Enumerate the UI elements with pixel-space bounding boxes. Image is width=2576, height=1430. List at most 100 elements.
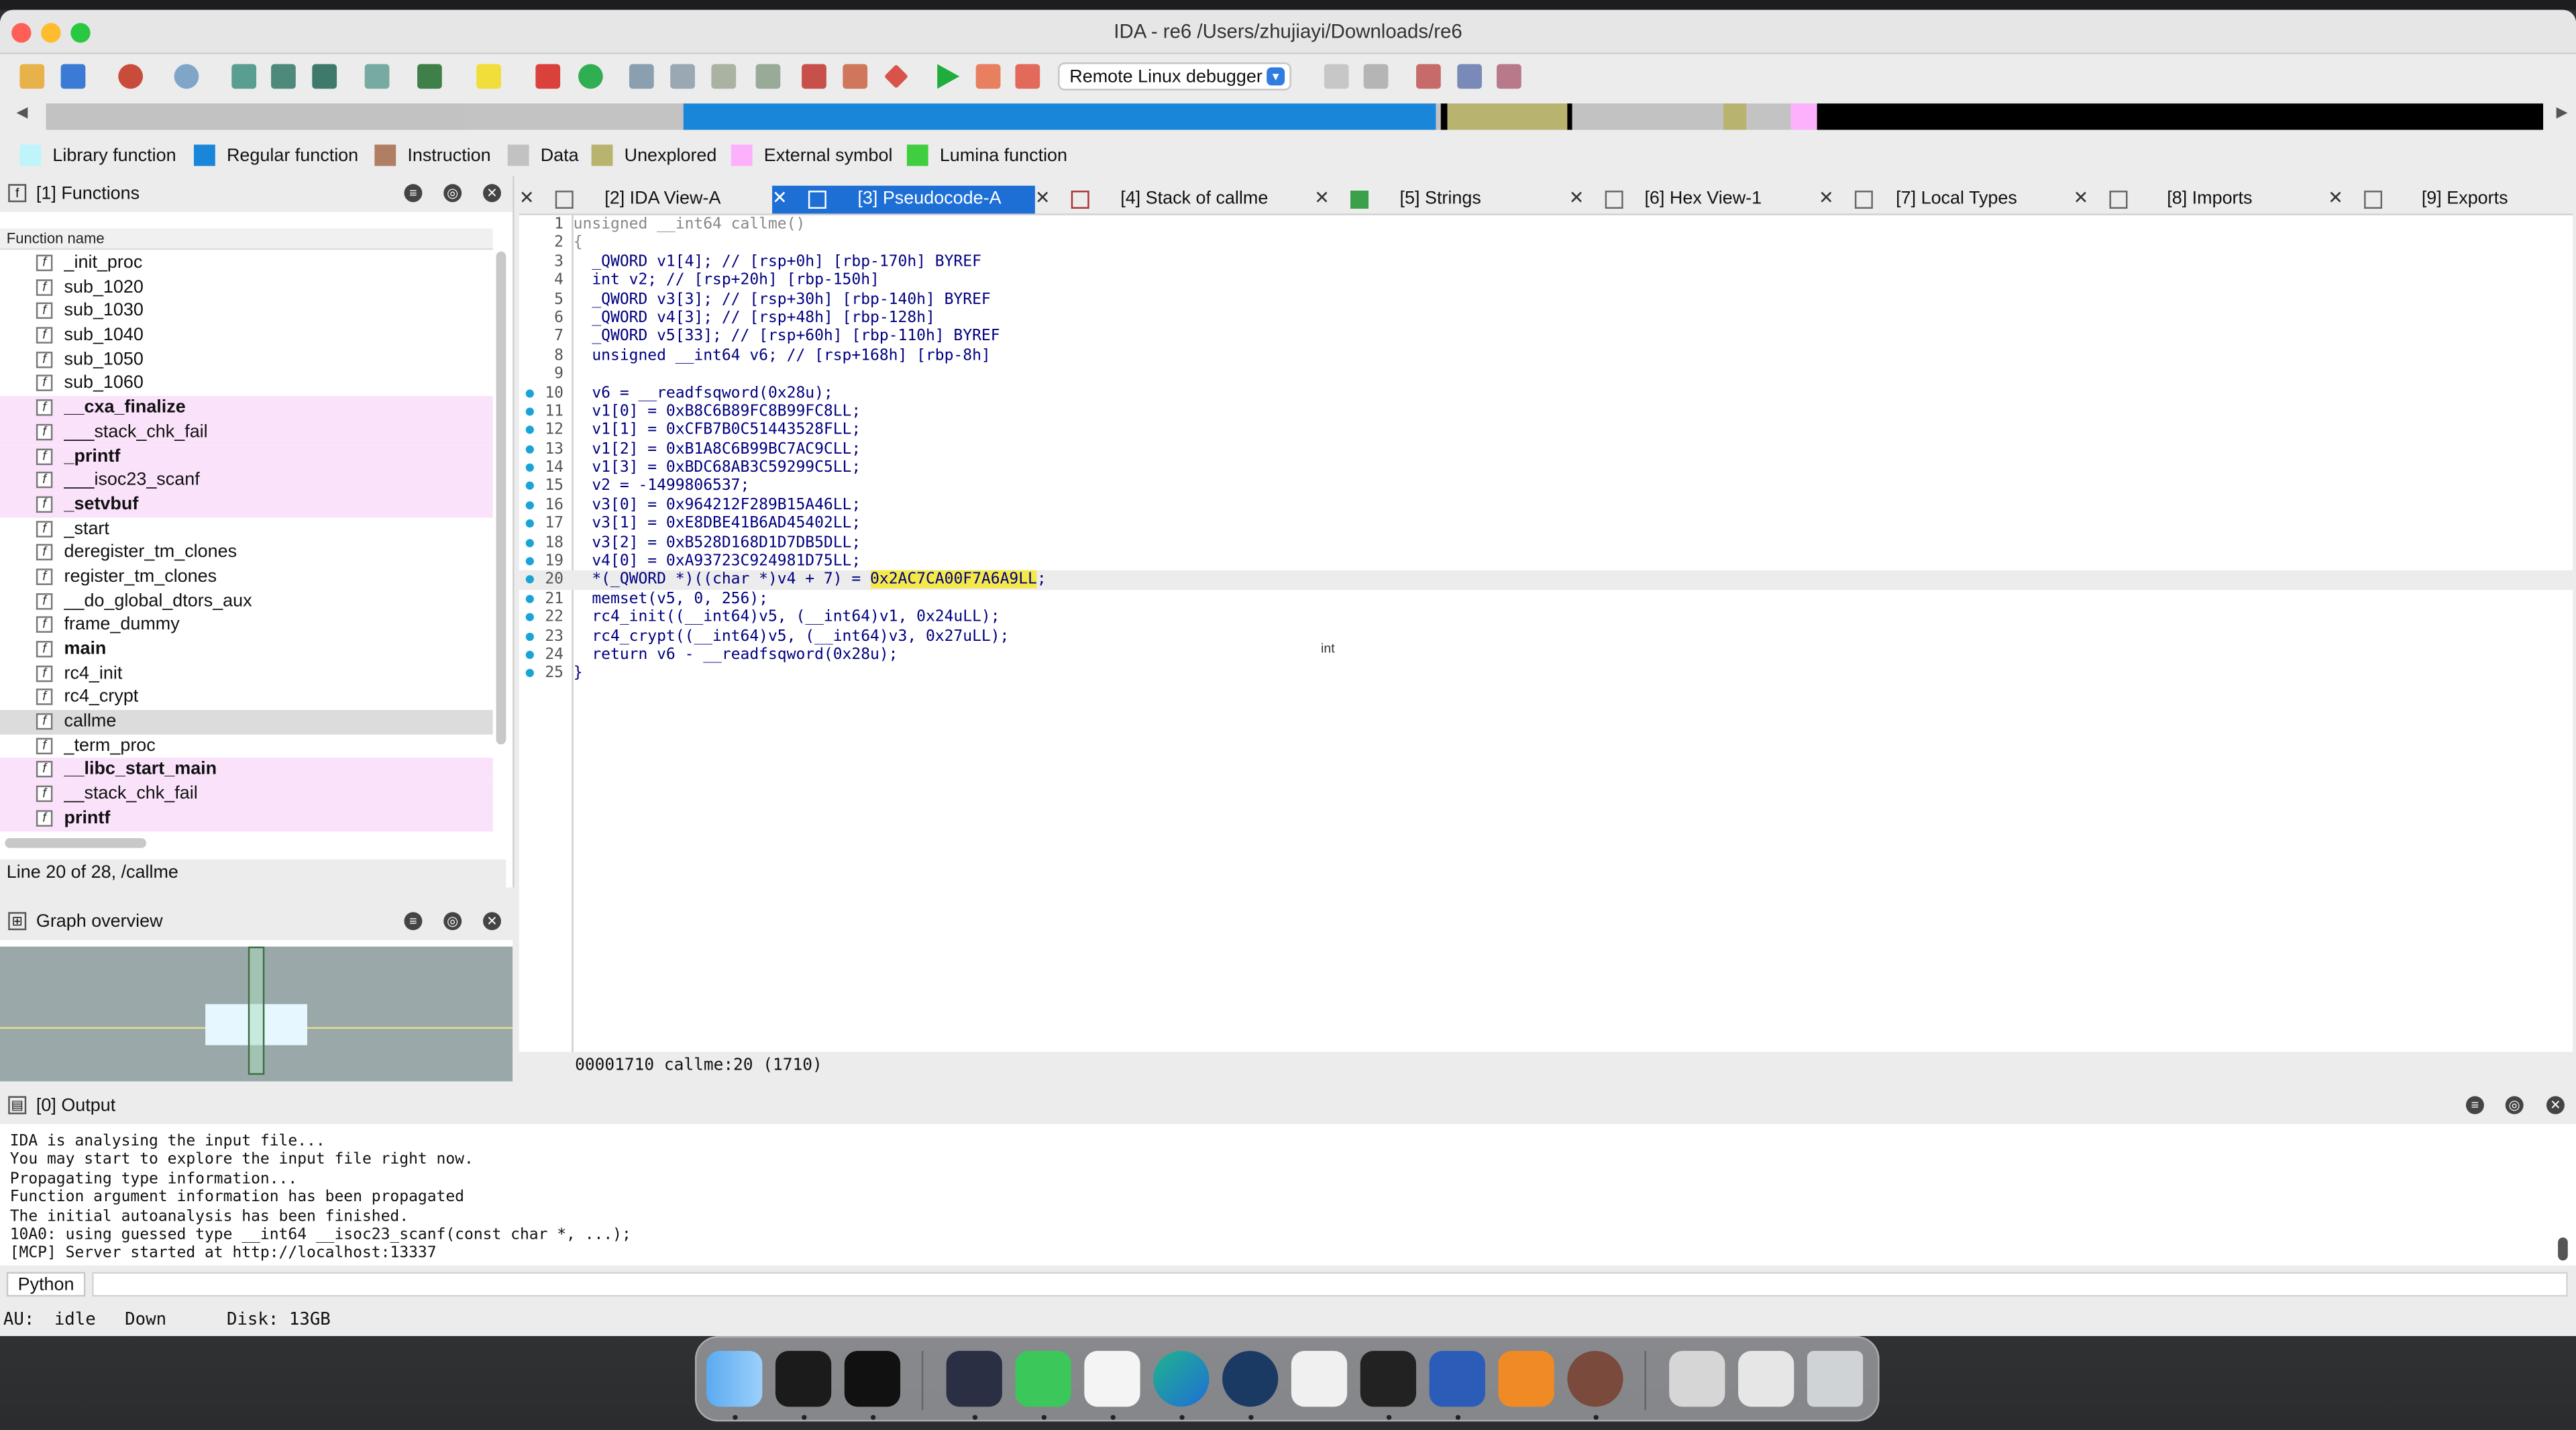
function-row[interactable]: f ___isoc23_scanf	[0, 468, 493, 493]
functions-vertical-scrollbar[interactable]	[496, 251, 506, 745]
trace-icon[interactable]	[1416, 64, 1441, 89]
stop-sign-icon[interactable]	[883, 64, 909, 89]
breakpoint-marker-icon[interactable]	[525, 482, 534, 491]
function-row[interactable]: f main	[0, 637, 493, 662]
hex-view-icon[interactable]	[231, 64, 257, 89]
preview-icon[interactable]	[1669, 1351, 1725, 1407]
code-line[interactable]: 7 _QWORD v5[33]; // [rsp+60h] [rbp-110h]…	[519, 327, 2573, 346]
code-line[interactable]: 12 v1[1] = 0xCFB7B0C51443528FLL;	[519, 421, 2573, 440]
finder-icon[interactable]	[706, 1351, 763, 1407]
panel-close-icon[interactable]: ✕	[2546, 1096, 2565, 1115]
code-line[interactable]: 10 v6 = __readfsqword(0x28u);	[519, 384, 2573, 403]
function-row[interactable]: f _term_proc	[0, 734, 493, 758]
function-row[interactable]: f sub_1060	[0, 372, 493, 397]
panel-menu-icon[interactable]: ≡	[2465, 1096, 2484, 1115]
panel-float-icon[interactable]: ◎	[443, 912, 462, 931]
code-text[interactable]: v3[1] = 0xE8DBE41B6AD45402LL;	[574, 515, 861, 533]
panel-menu-icon[interactable]: ≡	[404, 184, 423, 203]
tab-pseudocode[interactable]: ✕ [3] Pseudocode-A	[772, 185, 1035, 214]
trash-icon[interactable]	[1807, 1351, 1864, 1407]
yuque-icon[interactable]	[1498, 1351, 1554, 1407]
tab-close-icon[interactable]: ✕	[1569, 186, 1585, 214]
tab-close-icon[interactable]: ✕	[1035, 186, 1051, 214]
code-text[interactable]: v1[1] = 0xCFB7B0C51443528FLL;	[574, 421, 861, 440]
breakpoint-marker-icon[interactable]	[525, 613, 534, 622]
breakpoint-marker-icon[interactable]	[525, 631, 534, 641]
code-line[interactable]: 24 return v6 - __readfsqword(0x28u);	[519, 646, 2573, 664]
pause-icon[interactable]	[975, 64, 1001, 89]
panel-float-icon[interactable]: ◎	[2505, 1096, 2524, 1115]
tab-close-icon[interactable]: ✕	[1819, 186, 1834, 214]
code-line[interactable]: 25}	[519, 664, 2573, 683]
tab-close-icon[interactable]: ✕	[1314, 186, 1330, 214]
function-row[interactable]: f _printf	[0, 444, 493, 469]
undefine-icon[interactable]	[802, 64, 826, 89]
function-row[interactable]: f sub_1050	[0, 348, 493, 372]
breakpoint-icon[interactable]	[535, 64, 561, 89]
code-line[interactable]: 15 v2 = -1499806537;	[519, 477, 2573, 496]
enum-icon[interactable]	[755, 64, 781, 89]
wechat-icon[interactable]	[1015, 1351, 1071, 1407]
navigation-band[interactable]	[46, 103, 2544, 130]
function-row[interactable]: f __do_global_dtors_aux	[0, 589, 493, 613]
code-line[interactable]: 3 _QWORD v1[4]; // [rsp+0h] [rbp-170h] B…	[519, 253, 2573, 272]
function-row[interactable]: f printf	[0, 806, 493, 831]
function-row[interactable]: f deregister_tm_clones	[0, 541, 493, 565]
data-icon[interactable]	[670, 64, 695, 89]
start-debug-icon[interactable]	[937, 64, 960, 89]
attach-icon[interactable]	[1363, 64, 1389, 89]
copy-icon[interactable]	[1324, 64, 1349, 89]
breakpoint-marker-icon[interactable]	[525, 463, 534, 472]
language-button[interactable]: Python	[6, 1272, 86, 1297]
save-icon[interactable]	[60, 64, 86, 89]
code-line[interactable]: 8 unsigned __int64 v6; // [rsp+168h] [rb…	[519, 346, 2573, 365]
function-row[interactable]: f frame_dummy	[0, 613, 493, 637]
text-mode-icon[interactable]	[476, 64, 501, 89]
code-line[interactable]: 4 int v2; // [rsp+20h] [rbp-150h]	[519, 272, 2573, 291]
code-text[interactable]: v2 = -1499806537;	[574, 477, 749, 496]
tab-stack-of-callme[interactable]: ✕ [4] Stack of callme	[1035, 186, 1305, 214]
typora-icon[interactable]	[1084, 1351, 1140, 1407]
tab-close-icon[interactable]: ✕	[519, 186, 535, 214]
code-line[interactable]: 13 v1[2] = 0xB1A8C6B99BC7AC9CLL;	[519, 440, 2573, 459]
code-line[interactable]: 21 memset(v5, 0, 256);	[519, 590, 2573, 609]
jump-address-icon[interactable]	[417, 64, 442, 89]
function-row[interactable]: f __cxa_finalize	[0, 396, 493, 421]
code-text[interactable]: *(_QWORD *)((char *)v4 + 7) = 0x2AC7CA00…	[574, 570, 1046, 590]
function-row[interactable]: f _start	[0, 517, 493, 541]
breakpoint-marker-icon[interactable]	[525, 669, 534, 678]
nav-scroll-right-icon[interactable]: ▶	[2557, 103, 2568, 121]
function-row[interactable]: f sub_1040	[0, 324, 493, 348]
tab-ida-view[interactable]: ✕ [2] IDA View-A	[519, 186, 772, 214]
panel-close-icon[interactable]: ✕	[483, 184, 501, 203]
tab-imports[interactable]: ✕ [8] Imports	[2074, 186, 2330, 214]
code-text[interactable]: int v2; // [rsp+20h] [rbp-150h]	[574, 272, 879, 291]
breakpoint-marker-icon[interactable]	[525, 595, 534, 603]
tab-exports[interactable]: ✕ [9] Exports	[2328, 186, 2571, 214]
jump-forward-icon[interactable]	[174, 64, 199, 89]
code-line[interactable]: 5 _QWORD v3[3]; // [rsp+30h] [rbp-140h] …	[519, 290, 2573, 309]
patch-icon[interactable]	[843, 64, 868, 89]
step-into-icon[interactable]	[1457, 64, 1482, 89]
code-line[interactable]: 14 v1[3] = 0xBDC68AB3C59299C5LL;	[519, 458, 2573, 477]
breakpoint-marker-icon[interactable]	[525, 538, 534, 547]
code-text[interactable]: v3[2] = 0xB528D168D1D7DB5DLL;	[574, 533, 861, 552]
breakpoint-marker-icon[interactable]	[525, 650, 534, 660]
function-row[interactable]: f sub_1030	[0, 300, 493, 324]
function-row[interactable]: f ___stack_chk_fail	[0, 420, 493, 445]
code-line[interactable]: 18 v3[2] = 0xB528D168D1D7DB5DLL;	[519, 533, 2573, 552]
tab-close-icon[interactable]: ✕	[2328, 186, 2343, 214]
breakpoint-marker-icon[interactable]	[525, 426, 534, 435]
code-text[interactable]: unsigned __int64 v6; // [rsp+168h] [rbp-…	[574, 346, 990, 365]
function-row[interactable]: f __libc_start_main	[0, 758, 493, 783]
vmware-icon[interactable]	[946, 1351, 1002, 1407]
code-text[interactable]: rc4_crypt((__int64)v5, (__int64)v3, 0x27…	[574, 627, 1009, 646]
steam-icon[interactable]	[1222, 1351, 1279, 1407]
open-folder-icon[interactable]	[19, 64, 45, 89]
code-line[interactable]: 1 unsigned __int64 callme()	[519, 215, 2573, 234]
edge-icon[interactable]	[1153, 1351, 1210, 1407]
code-text[interactable]: _QWORD v1[4]; // [rsp+0h] [rbp-170h] BYR…	[574, 253, 981, 272]
function-row-selected[interactable]: f callme	[0, 710, 493, 735]
breakpoint-marker-icon[interactable]	[525, 576, 534, 584]
ida-portrait-icon[interactable]	[1567, 1351, 1623, 1407]
